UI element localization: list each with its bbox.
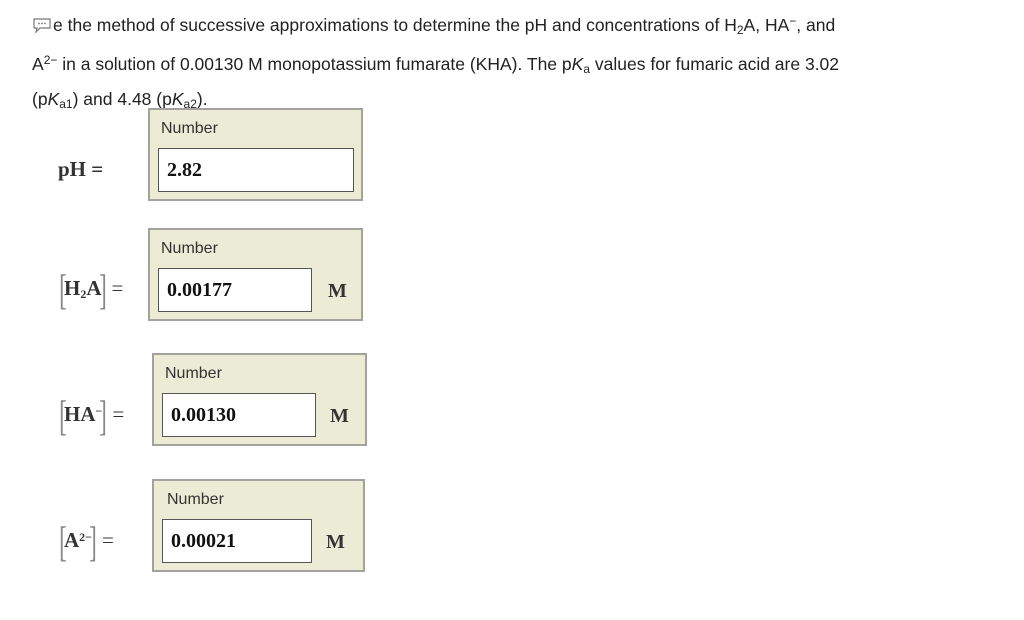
box-title: Number [167, 491, 224, 508]
comment-bubble-icon[interactable] [32, 12, 52, 34]
box-title: Number [165, 365, 222, 382]
a2-answer-box: Number M [152, 479, 365, 572]
ph-input[interactable] [158, 148, 354, 192]
ph-answer-box: Number [148, 108, 363, 201]
unit-label: M [328, 280, 347, 302]
h2a-answer-box: Number M [148, 228, 363, 321]
right-bracket: ] [98, 268, 107, 314]
box-title: Number [161, 120, 218, 137]
a2-input[interactable] [162, 519, 312, 563]
ha-label: [HA−] = [59, 394, 125, 440]
left-bracket: [ [59, 394, 67, 440]
question-text: e the method of successive approximation… [32, 6, 992, 119]
unit-label: M [330, 405, 349, 427]
left-bracket: [ [59, 520, 67, 566]
question-line-1: e the method of successive approximation… [32, 6, 992, 45]
ha-answer-box: Number M [152, 353, 367, 446]
h2a-input[interactable] [158, 268, 312, 312]
box-title: Number [161, 240, 218, 257]
right-bracket: ] [99, 394, 108, 440]
h2a-label: [H2A] = [59, 268, 124, 314]
right-bracket: ] [89, 520, 97, 566]
a2-label: [A2−] = [59, 520, 114, 566]
unit-label: M [326, 531, 345, 553]
ph-label: pH = [58, 157, 104, 181]
question-line-2: A2− in a solution of 0.00130 M monopotas… [32, 53, 840, 76]
left-bracket: [ [59, 268, 67, 314]
ha-input[interactable] [162, 393, 316, 437]
